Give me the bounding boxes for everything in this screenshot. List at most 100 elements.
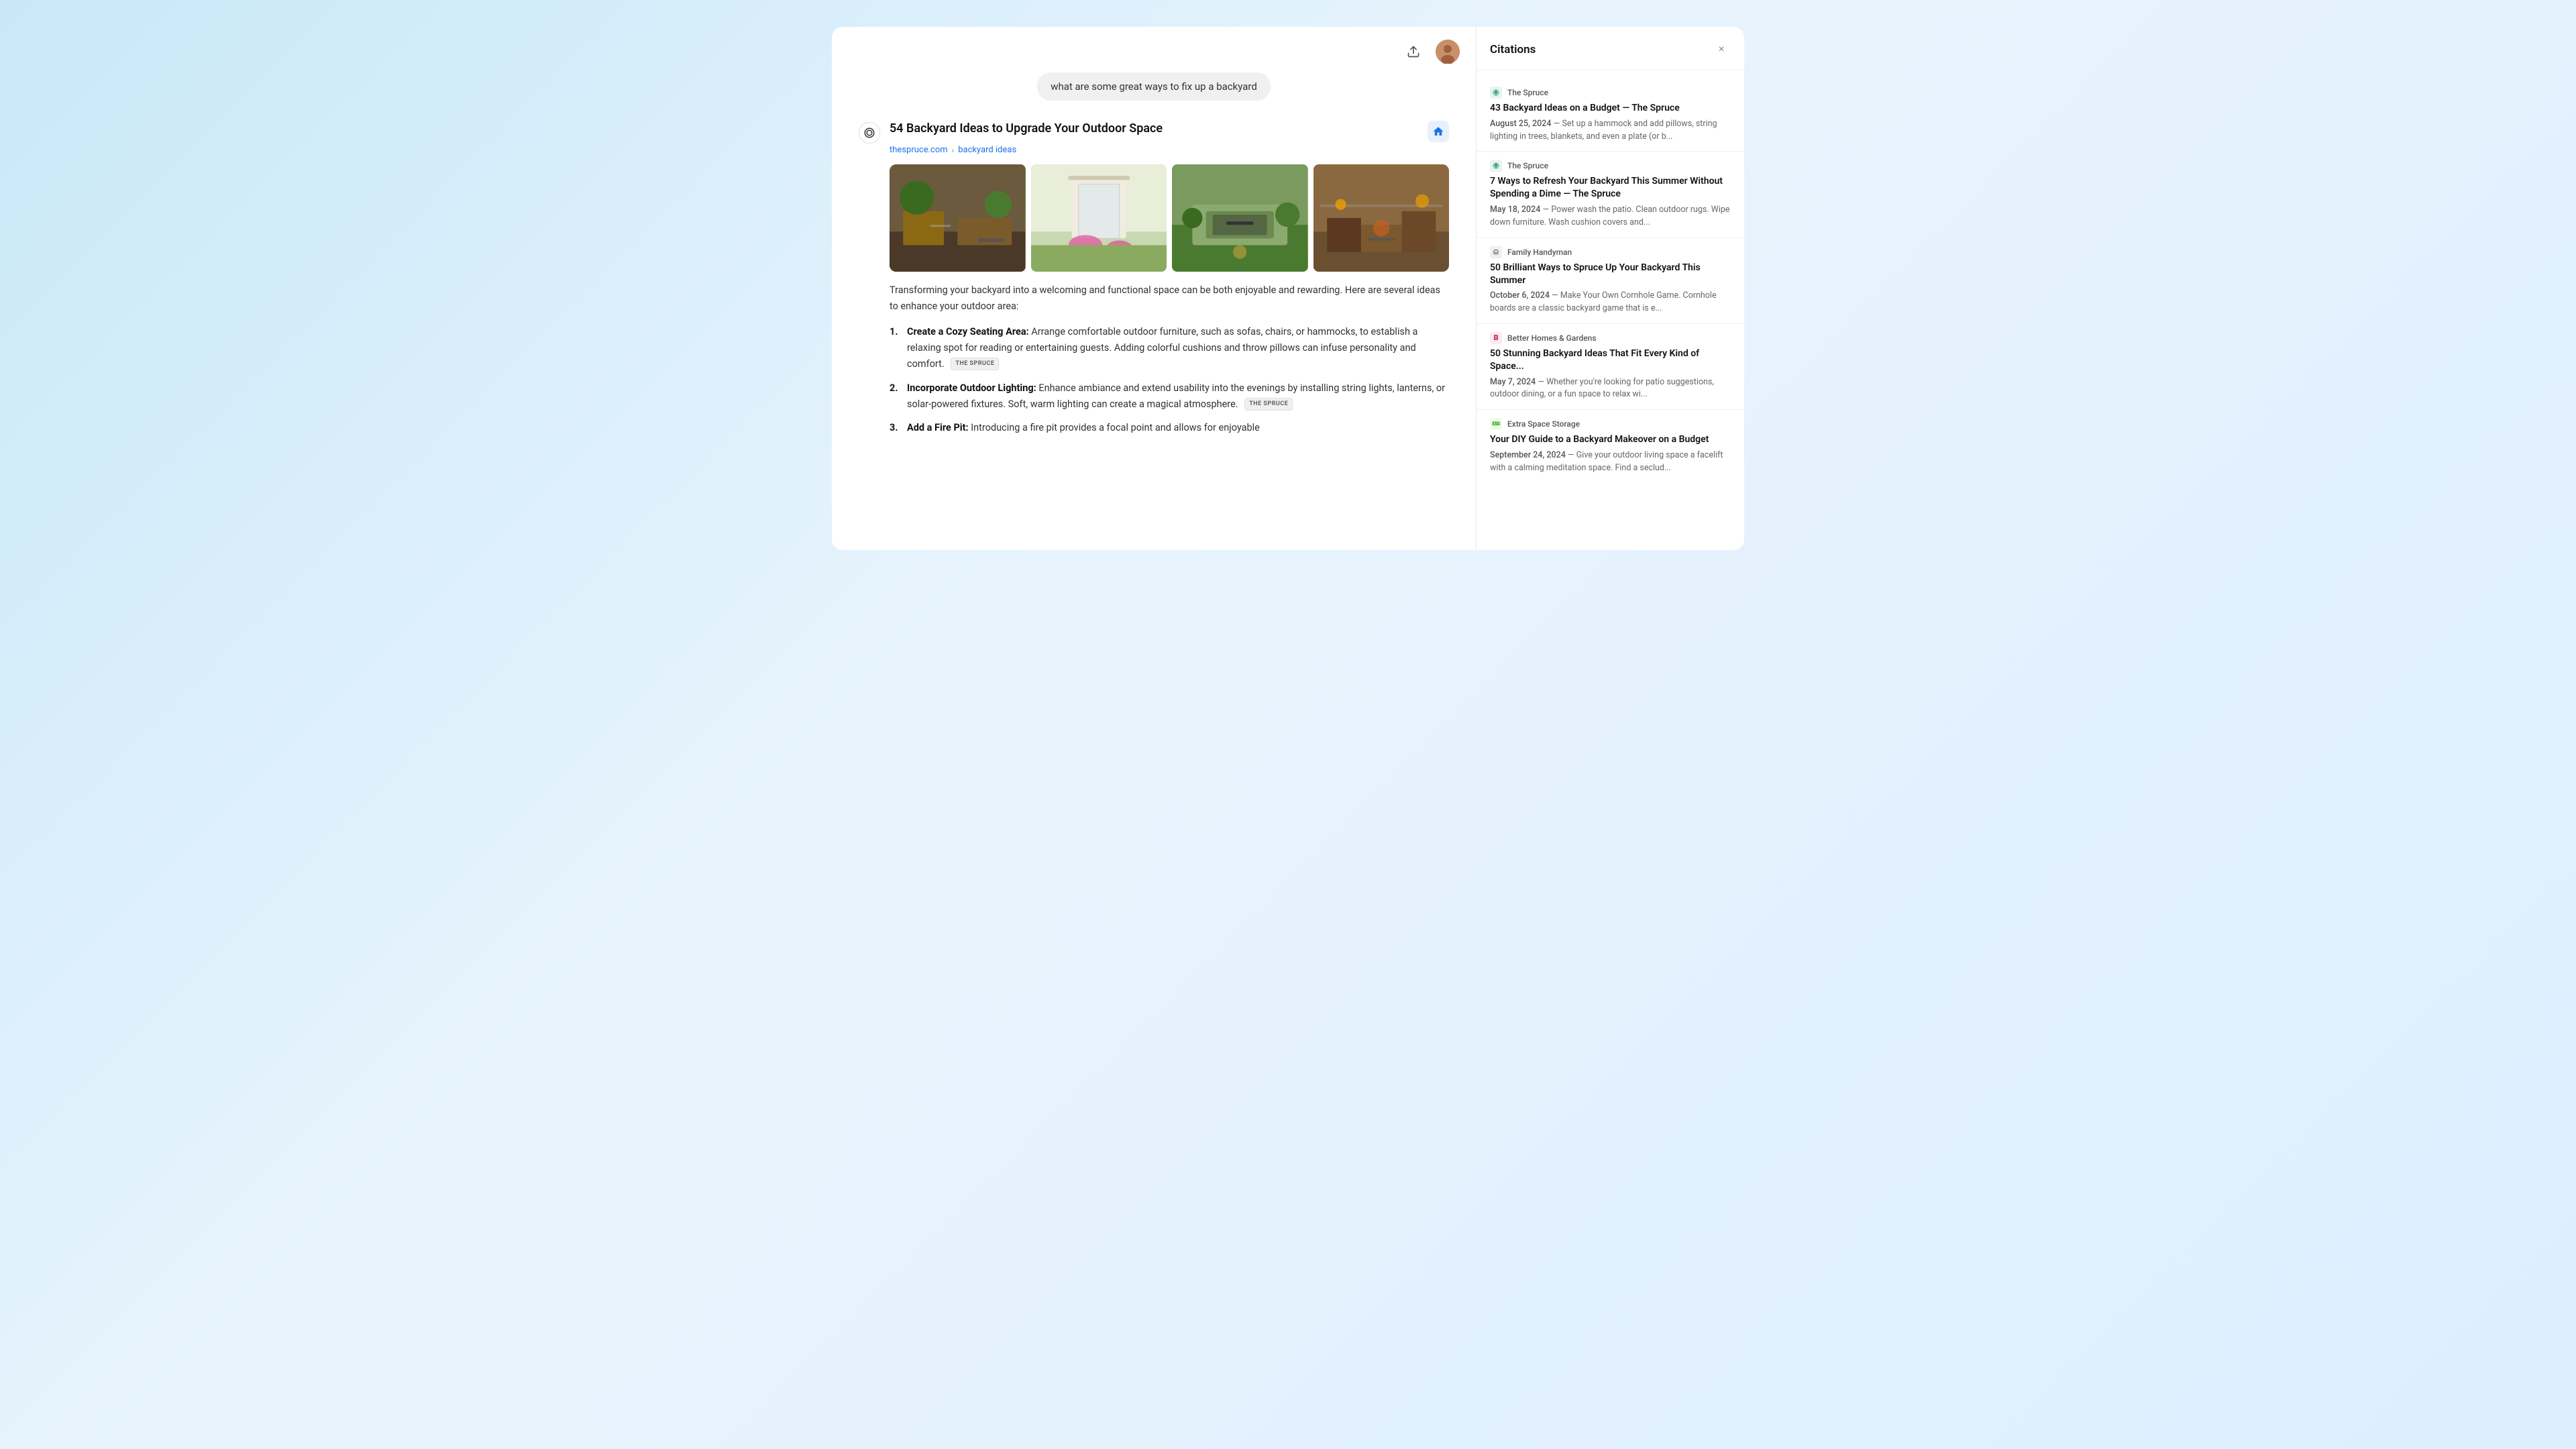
backyard-image-2 [1031, 164, 1167, 272]
citations-panel: Citations × The Spruce 43 Backyard Idea [1476, 27, 1744, 550]
citation-title-2: 7 Ways to Refresh Your Backyard This Sum… [1490, 175, 1731, 201]
citation-source-row-1: The Spruce [1490, 87, 1731, 99]
app-container: what are some great ways to fix up a bac… [832, 27, 1744, 550]
citation-source-3: Family Handyman [1507, 248, 1572, 257]
ai-response: 54 Backyard Ideas to Upgrade Your Outdoo… [859, 121, 1449, 436]
citation-source-row-2: The Spruce [1490, 160, 1731, 172]
backyard-image-1 [890, 164, 1026, 272]
list-title-1: Create a Cozy Seating Area: [907, 326, 1029, 337]
avatar[interactable] [1436, 40, 1460, 64]
source-favicon-1 [1490, 87, 1502, 99]
result-intro: Transforming your backyard into a welcom… [890, 282, 1449, 315]
breadcrumb-site[interactable]: thespruce.com [890, 145, 948, 155]
breadcrumb: thespruce.com › backyard ideas [890, 145, 1449, 155]
list-content-3: Add a Fire Pit: Introducing a fire pit p… [907, 420, 1449, 436]
list-content-2: Incorporate Outdoor Lighting: Enhance am… [907, 380, 1449, 413]
citation-snippet-2: May 18, 2024 — Power wash the patio. Cle… [1490, 204, 1731, 229]
citation-badge-2[interactable]: THE SPRUCE [1244, 398, 1293, 411]
citations-header: Citations × [1477, 27, 1744, 70]
result-list: 1. Create a Cozy Seating Area: Arrange c… [890, 324, 1449, 437]
list-num-3: 3. [890, 420, 902, 436]
ess-letter: ESS [1492, 421, 1499, 427]
upload-button[interactable] [1401, 39, 1426, 64]
spruce-icon-1 [1492, 89, 1500, 97]
breadcrumb-current: backyard ideas [958, 145, 1016, 155]
list-item-1: 1. Create a Cozy Seating Area: Arrange c… [890, 324, 1449, 372]
citation-source-1: The Spruce [1507, 88, 1548, 97]
fh-icon [1492, 248, 1500, 256]
source-favicon-4: B [1490, 332, 1502, 344]
citation-item-3[interactable]: Family Handyman 50 Brilliant Ways to Spr… [1477, 237, 1744, 323]
user-message-wrapper: what are some great ways to fix up a bac… [859, 72, 1449, 101]
openai-icon [863, 127, 875, 139]
citations-title: Citations [1490, 43, 1536, 56]
citation-item-5[interactable]: ESS Extra Space Storage Your DIY Guide t… [1477, 409, 1744, 482]
citation-item-4[interactable]: B Better Homes & Gardens 50 Stunning Bac… [1477, 323, 1744, 409]
citation-source-row-3: Family Handyman [1490, 246, 1731, 258]
citation-sep-4: — [1538, 377, 1546, 387]
image-4-svg [1313, 164, 1450, 272]
citation-badge-1[interactable]: THE SPRUCE [951, 358, 999, 370]
result-title-row: 54 Backyard Ideas to Upgrade Your Outdoo… [890, 121, 1449, 142]
home-icon [1432, 125, 1444, 138]
source-favicon-3 [1490, 246, 1502, 258]
source-favicon-5: ESS [1490, 418, 1502, 430]
citation-title-1: 43 Backyard Ideas on a Budget — The Spru… [1490, 102, 1731, 115]
chat-messages: what are some great ways to fix up a bac… [832, 72, 1476, 449]
bhg-letter: B [1493, 333, 1498, 342]
breadcrumb-separator: › [952, 146, 955, 155]
citation-item-2[interactable]: The Spruce 7 Ways to Refresh Your Backya… [1477, 151, 1744, 237]
list-title-3: Add a Fire Pit: [907, 422, 969, 433]
citation-snippet-5: September 24, 2024 — Give your outdoor l… [1490, 449, 1731, 475]
images-row [890, 164, 1449, 272]
close-citations-button[interactable]: × [1712, 40, 1731, 59]
close-icon: × [1718, 44, 1724, 56]
citation-date-5: September 24, 2024 [1490, 450, 1566, 460]
citation-source-row-4: B Better Homes & Gardens [1490, 332, 1731, 344]
upload-icon [1407, 45, 1420, 58]
chat-area: what are some great ways to fix up a bac… [832, 27, 1476, 550]
list-body-3: Introducing a fire pit provides a focal … [971, 422, 1260, 433]
citation-title-3: 50 Brilliant Ways to Spruce Up Your Back… [1490, 262, 1731, 287]
citation-source-4: Better Homes & Gardens [1507, 333, 1597, 343]
backyard-image-4 [1313, 164, 1450, 272]
source-home-button[interactable] [1428, 121, 1449, 142]
spruce-icon-2 [1492, 162, 1500, 170]
citation-title-5: Your DIY Guide to a Backyard Makeover on… [1490, 433, 1731, 446]
citation-sep-1: — [1554, 119, 1562, 129]
image-3-svg [1172, 164, 1308, 272]
user-message-text: what are some great ways to fix up a bac… [1051, 80, 1257, 93]
citation-item-1[interactable]: The Spruce 43 Backyard Ideas on a Budget… [1477, 78, 1744, 151]
list-content-1: Create a Cozy Seating Area: Arrange comf… [907, 324, 1449, 372]
citation-snippet-3: October 6, 2024 — Make Your Own Cornhole… [1490, 290, 1731, 315]
image-1-svg [890, 164, 1026, 272]
avatar-image [1436, 40, 1460, 64]
ai-logo-icon [859, 122, 880, 144]
citation-sep-3: — [1552, 290, 1560, 301]
citation-source-row-5: ESS Extra Space Storage [1490, 418, 1731, 430]
source-favicon-2 [1490, 160, 1502, 172]
citation-snippet-1: August 25, 2024 — Set up a hammock and a… [1490, 118, 1731, 144]
list-num-2: 2. [890, 380, 902, 413]
chat-header [832, 27, 1476, 72]
list-title-2: Incorporate Outdoor Lighting: [907, 382, 1036, 394]
citation-sep-5: — [1568, 450, 1576, 460]
citation-source-2: The Spruce [1507, 161, 1548, 170]
list-item-2: 2. Incorporate Outdoor Lighting: Enhance… [890, 380, 1449, 413]
image-2-svg [1031, 164, 1167, 272]
list-num-1: 1. [890, 324, 902, 372]
citation-date-4: May 7, 2024 [1490, 377, 1536, 387]
ai-content: 54 Backyard Ideas to Upgrade Your Outdoo… [890, 121, 1449, 436]
citation-source-5: Extra Space Storage [1507, 419, 1580, 429]
backyard-image-3 [1172, 164, 1308, 272]
citation-date-2: May 18, 2024 [1490, 205, 1540, 215]
result-title: 54 Backyard Ideas to Upgrade Your Outdoo… [890, 121, 1163, 136]
list-item-3: 3. Add a Fire Pit: Introducing a fire pi… [890, 420, 1449, 436]
user-bubble: what are some great ways to fix up a bac… [1037, 72, 1271, 101]
citation-sep-2: — [1542, 205, 1551, 215]
citation-title-4: 50 Stunning Backyard Ideas That Fit Ever… [1490, 347, 1731, 373]
citations-list: The Spruce 43 Backyard Ideas on a Budget… [1477, 70, 1744, 550]
citation-date-3: October 6, 2024 [1490, 290, 1550, 301]
citation-date-1: August 25, 2024 [1490, 119, 1551, 129]
citation-snippet-4: May 7, 2024 — Whether you're looking for… [1490, 376, 1731, 402]
